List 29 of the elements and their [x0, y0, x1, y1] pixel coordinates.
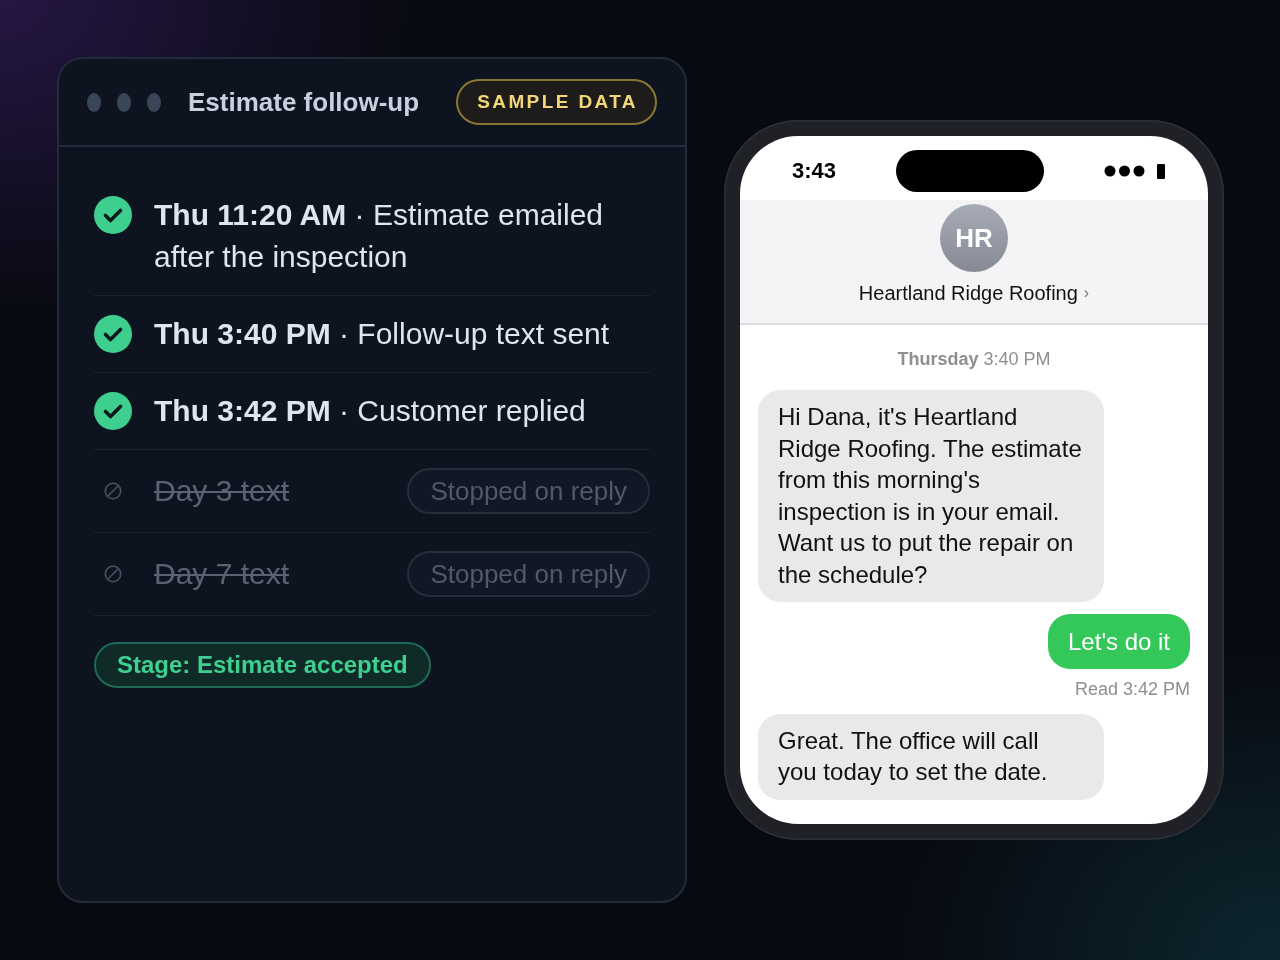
- read-receipt: Read 3:42 PM: [1074, 677, 1190, 700]
- window-dot-icon: [117, 92, 131, 112]
- window-dot-icon: [87, 92, 101, 112]
- incoming-message-bubble: Great. The office will call you today to set the date.: [758, 713, 1104, 800]
- check-circle-icon: [94, 315, 132, 353]
- battery-icon: [1157, 163, 1165, 179]
- contact-avatar[interactable]: HR: [940, 204, 1008, 272]
- incoming-message-bubble: Hi Dana, it's Heartland Ridge Roofing. The estimate from this morning's inspection is in your email. Want us to put the repair on the schedule?: [758, 390, 1104, 602]
- timeline-event-text: Thu 11:20 AM · Estimate emailed after the inspection: [154, 197, 605, 275]
- check-circle-icon: [94, 196, 132, 234]
- timeline-event-text: Thu 3:40 PM · Follow-up text sent: [154, 316, 610, 352]
- timeline-event-text: Thu 3:42 PM · Customer replied: [154, 393, 586, 429]
- cancelled-step-text: Day 7 text: [154, 556, 290, 592]
- status-pill: Stopped on reply: [407, 468, 650, 514]
- signal-dots-icon: [1104, 165, 1145, 177]
- chevron-icon[interactable]: ›: [1083, 281, 1090, 305]
- prohibited-icon: [104, 482, 122, 500]
- status-time: 3:43: [792, 158, 837, 184]
- message-timestamp: Thursday 3:40 PM: [897, 348, 1051, 370]
- sample-data-badge: SAMPLE DATA: [456, 79, 657, 125]
- contact-name[interactable]: Heartland Ridge Roofing: [858, 281, 1078, 305]
- status-pill: Stopped on reply: [407, 551, 650, 597]
- cancelled-step-text: Day 3 text: [154, 473, 290, 509]
- stage-badge: Stage: Estimate accepted: [94, 642, 431, 688]
- outgoing-message-bubble: Let's do it: [1048, 614, 1190, 669]
- prohibited-icon: [104, 565, 122, 583]
- check-circle-icon: [94, 392, 132, 430]
- window-dot-icon: [147, 92, 161, 112]
- window-title: Estimate follow-up: [188, 86, 420, 118]
